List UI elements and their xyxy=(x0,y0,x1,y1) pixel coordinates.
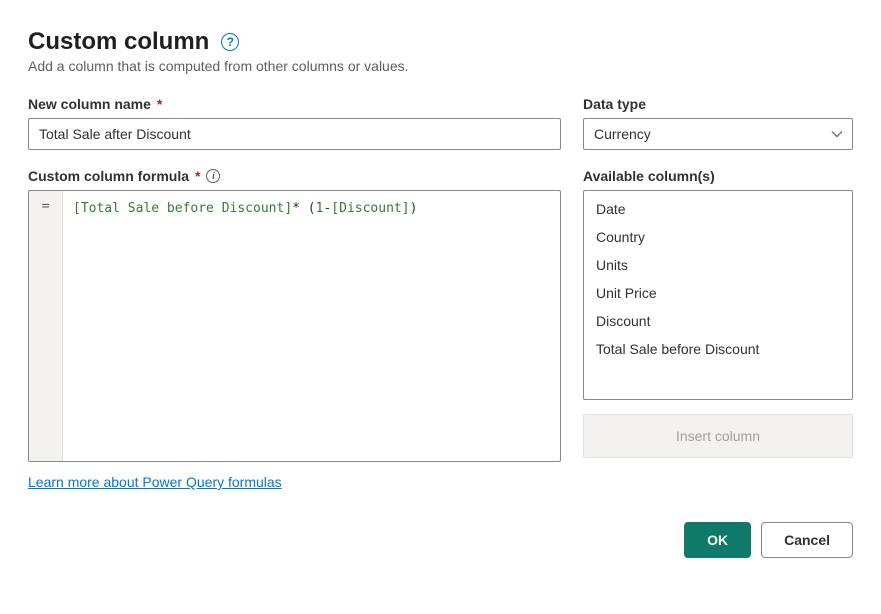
formula-code[interactable]: [Total Sale before Discount]* (1-[Discou… xyxy=(63,191,560,461)
cancel-button[interactable]: Cancel xyxy=(761,522,853,558)
list-item[interactable]: Unit Price xyxy=(584,279,852,307)
column-name-label: New column name * xyxy=(28,96,561,112)
list-item[interactable]: Date xyxy=(584,195,852,223)
required-indicator: * xyxy=(195,168,200,184)
list-item[interactable]: Discount xyxy=(584,307,852,335)
ok-button[interactable]: OK xyxy=(684,522,751,558)
list-item[interactable]: Units xyxy=(584,251,852,279)
dialog-header: Custom column ? xyxy=(28,28,853,56)
help-icon[interactable]: ? xyxy=(221,33,239,51)
data-type-label: Data type xyxy=(583,96,853,112)
dialog-title: Custom column xyxy=(28,28,209,56)
formula-label: Custom column formula * i xyxy=(28,168,561,184)
available-columns-list[interactable]: Date Country Units Unit Price Discount T… xyxy=(583,190,853,400)
list-item[interactable]: Country xyxy=(584,223,852,251)
list-item[interactable]: Total Sale before Discount xyxy=(584,335,852,363)
info-icon[interactable]: i xyxy=(206,169,220,183)
dialog-subtitle: Add a column that is computed from other… xyxy=(28,58,853,74)
column-name-input[interactable] xyxy=(28,118,561,150)
formula-editor[interactable]: = [Total Sale before Discount]* (1-[Disc… xyxy=(28,190,561,462)
data-type-select[interactable]: Currency xyxy=(583,118,853,150)
insert-column-button[interactable]: Insert column xyxy=(583,414,853,458)
dialog-footer: OK Cancel xyxy=(28,522,853,558)
required-indicator: * xyxy=(157,96,162,112)
formula-gutter: = xyxy=(29,191,63,461)
available-columns-label: Available column(s) xyxy=(583,168,853,184)
learn-more-link[interactable]: Learn more about Power Query formulas xyxy=(28,474,282,490)
